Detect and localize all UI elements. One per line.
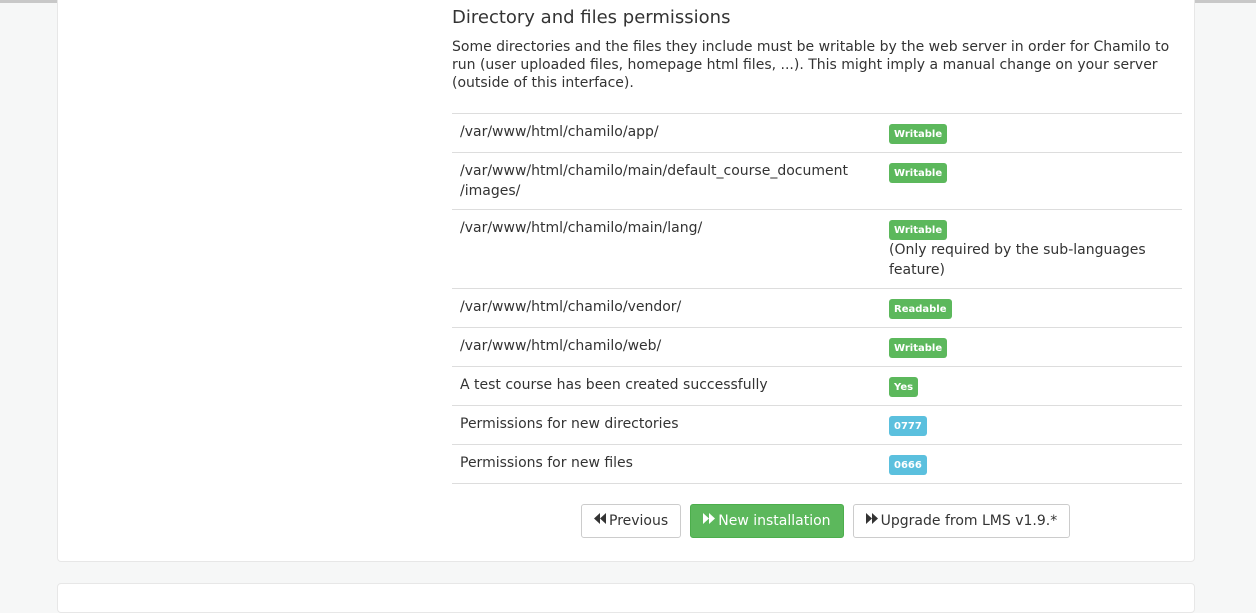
- table-row: /var/www/html/chamilo/app/ Writable: [452, 113, 1182, 153]
- status-note: (Only required by the sub-languages feat…: [889, 242, 1146, 278]
- table-row: A test course has been created successfu…: [452, 366, 1182, 406]
- upgrade-label: Upgrade from LMS v1.9.*: [880, 513, 1058, 529]
- installer-actions: Previous New installation Upgrade from L…: [581, 504, 1074, 538]
- status-badge: Writable: [889, 220, 948, 240]
- section-title: Directory and files permissions: [452, 7, 731, 28]
- previous-label: Previous: [609, 513, 669, 529]
- section-intro: Some directories and the files they incl…: [452, 39, 1170, 91]
- upgrade-button[interactable]: Upgrade from LMS v1.9.*: [852, 504, 1071, 538]
- table-row: /var/www/html/chamilo/main/default_cours…: [452, 152, 1182, 210]
- next-panel: [57, 583, 1195, 613]
- row-path: /var/www/html/chamilo/main/default_cours…: [452, 152, 881, 210]
- table-row: /var/www/html/chamilo/main/lang/ Writabl…: [452, 209, 1182, 289]
- backward-icon: [594, 510, 606, 530]
- row-path: /var/www/html/chamilo/web/: [452, 327, 881, 367]
- row-path-line: /var/www/html/chamilo/main/default_cours…: [460, 163, 848, 179]
- row-path: /var/www/html/chamilo/vendor/: [452, 288, 881, 328]
- row-path: A test course has been created successfu…: [452, 366, 881, 406]
- table-row: Permissions for new directories 0777: [452, 405, 1182, 445]
- status-badge: Writable: [889, 338, 948, 358]
- table-row: /var/www/html/chamilo/web/ Writable: [452, 327, 1182, 367]
- status-badge: Writable: [889, 124, 948, 144]
- row-path: Permissions for new files: [452, 444, 881, 484]
- new-installation-button[interactable]: New installation: [690, 504, 844, 538]
- forward-icon: [865, 510, 878, 530]
- status-badge: 0666: [889, 455, 927, 475]
- status-badge: Readable: [889, 299, 952, 319]
- table-row: /var/www/html/chamilo/vendor/ Readable: [452, 288, 1182, 328]
- forward-icon: [703, 510, 716, 530]
- status-badge: Writable: [889, 163, 948, 183]
- row-path: /var/www/html/chamilo/main/lang/: [452, 209, 881, 289]
- row-path: Permissions for new directories: [452, 405, 881, 445]
- permissions-table: /var/www/html/chamilo/app/ Writable /var…: [452, 113, 1182, 484]
- row-path-line: /images/: [460, 183, 521, 199]
- previous-button[interactable]: Previous: [581, 504, 682, 538]
- table-row: Permissions for new files 0666: [452, 444, 1182, 484]
- status-badge: Yes: [889, 377, 919, 397]
- new-installation-label: New installation: [718, 513, 831, 529]
- status-badge: 0777: [889, 416, 927, 436]
- row-path: /var/www/html/chamilo/app/: [452, 113, 881, 153]
